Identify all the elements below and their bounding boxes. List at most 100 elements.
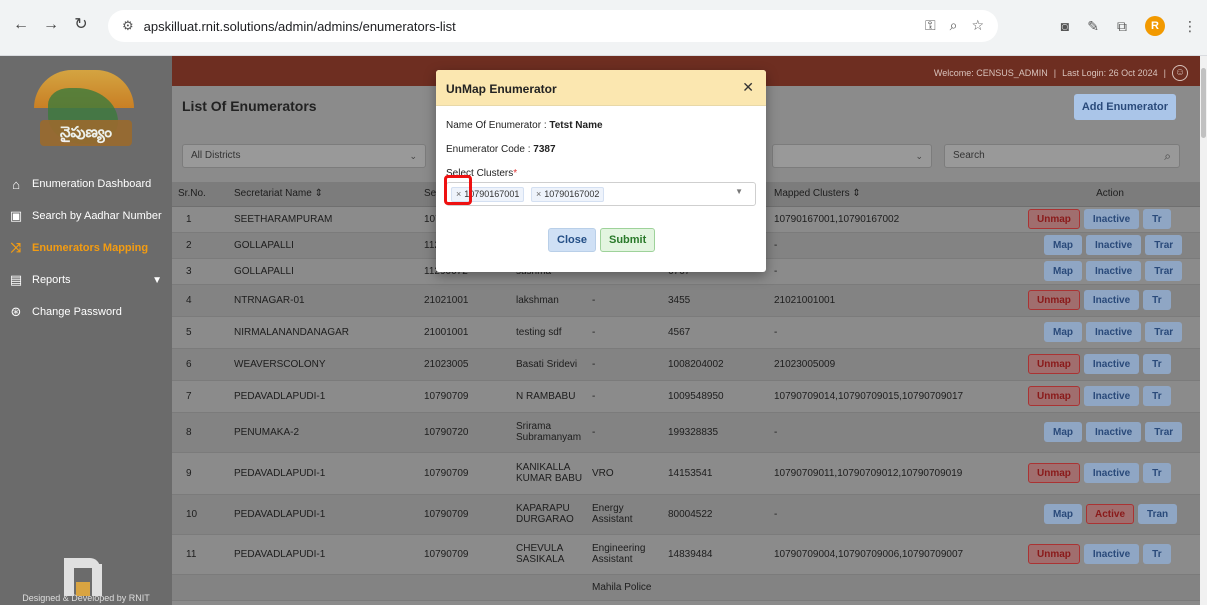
unmap-button[interactable]: Unmap (1028, 209, 1080, 229)
sidebar-item-enumerators-mapping[interactable]: ⤨ Enumerators Mapping (0, 232, 172, 264)
unmap-button[interactable]: Unmap (1028, 463, 1080, 483)
clusters-select[interactable]: × 10790167001 × 10790167002 ▼ (446, 182, 756, 206)
cell-phone: 80004522 (662, 494, 768, 535)
sidebar-item-change-password[interactable]: ⊛ Change Password (0, 296, 172, 328)
profile-avatar[interactable]: R (1145, 16, 1165, 36)
transfer-button[interactable]: Trar (1145, 422, 1183, 442)
transfer-button[interactable]: Tr (1143, 386, 1171, 406)
transfer-button[interactable]: Tr (1143, 463, 1171, 483)
map-button[interactable]: Map (1044, 504, 1082, 524)
cell-actions: Unmap Inactive Tr (1020, 206, 1200, 233)
cell-actions: Unmap Inactive Tr (1020, 380, 1200, 413)
unmap-button[interactable]: Unmap (1028, 386, 1080, 406)
inactive-button[interactable]: Inactive (1083, 463, 1140, 483)
cell-actions: Map Inactive Trar (1020, 232, 1200, 259)
address-bar[interactable]: ⚙ apskilluat.rnit.solutions/admin/admins… (108, 10, 998, 42)
transfer-button[interactable]: Tr (1143, 209, 1171, 229)
table-row: 6 WEAVERSCOLONY 21023005 Basati Sridevi -100… (172, 348, 1200, 381)
unmap-button[interactable]: Unmap (1028, 544, 1080, 564)
cell-actions: Map Inactive Trar (1020, 258, 1200, 285)
inactive-button[interactable]: Inactive (1086, 261, 1142, 281)
inactive-button[interactable]: Inactive (1086, 422, 1142, 442)
transfer-button[interactable]: Trar (1145, 322, 1183, 342)
cell-phone: 14153541 (662, 452, 768, 495)
transfer-button[interactable]: Trar (1145, 235, 1183, 255)
cell-clusters: 10790709014,10790709015,10790709017 (768, 380, 1020, 413)
cell-desig: VRO (586, 452, 662, 495)
inactive-button[interactable]: Inactive (1083, 354, 1140, 374)
inactive-button[interactable]: Inactive (1083, 209, 1140, 229)
sidebar-item-search-aadhar[interactable]: ▣ Search by Aadhar Number (0, 200, 172, 232)
search-input[interactable]: Search ⌕ (944, 144, 1180, 168)
page-scrollbar[interactable] (1200, 56, 1207, 605)
cell-code: 21021001 (418, 284, 510, 317)
sidebar: నైపుణ్యం ⌂ Enumeration Dashboard ▣ Searc… (0, 56, 172, 605)
active-button[interactable]: Active (1086, 504, 1135, 524)
home-icon: ⌂ (12, 176, 20, 192)
back-icon[interactable]: ← (10, 14, 32, 36)
add-enumerator-button[interactable]: Add Enumerator (1073, 94, 1176, 120)
inactive-button[interactable]: Inactive (1086, 235, 1142, 255)
cell-name (228, 574, 418, 601)
report-icon: ▤ (9, 272, 23, 287)
modal-title: UnMap Enumerator (446, 82, 557, 96)
reload-icon[interactable]: ↻ (70, 14, 92, 36)
transfer-button[interactable]: Tr (1143, 290, 1171, 310)
col-srno: Sr.No. (172, 182, 228, 207)
inactive-button[interactable]: Inactive (1083, 544, 1140, 564)
close-icon[interactable]: ✕ (742, 79, 754, 96)
remove-tag-icon[interactable]: × (536, 189, 541, 199)
transfer-button[interactable]: Trar (1145, 261, 1183, 281)
chevron-down-icon[interactable]: ▼ (735, 187, 743, 196)
close-button[interactable]: Close (548, 228, 596, 252)
cell-clusters (768, 574, 1020, 601)
search-icon: ⌕ (1164, 149, 1171, 163)
cell-enum: CHEVULA SASIKALA (510, 534, 586, 575)
inactive-button[interactable]: Inactive (1083, 386, 1140, 406)
secondary-filter[interactable]: ⌄ (772, 144, 932, 168)
zoom-icon[interactable]: ⌕ (950, 17, 958, 34)
cell-clusters: - (768, 258, 1020, 285)
cell-clusters: - (768, 232, 1020, 259)
cell-clusters: - (768, 412, 1020, 453)
puzzle-icon[interactable]: ⧉ (1117, 18, 1127, 35)
cell-sr: 2 (172, 232, 228, 259)
transfer-button[interactable]: Tr (1143, 544, 1171, 564)
browser-toolbar: ← → ↻ ⚙ apskilluat.rnit.solutions/admin/… (0, 0, 1207, 56)
unmap-button[interactable]: Unmap (1028, 354, 1080, 374)
cell-name: PEDAVADLAPUDI-1 (228, 534, 418, 575)
transfer-button[interactable]: Tran (1138, 504, 1178, 524)
cell-sr (172, 574, 228, 601)
cell-clusters: 10790167001,10790167002 (768, 206, 1020, 233)
map-button[interactable]: Map (1044, 422, 1082, 442)
submit-button[interactable]: Submit (600, 228, 656, 252)
district-filter[interactable]: All Districts ⌄ (182, 144, 426, 168)
transfer-button[interactable]: Tr (1143, 354, 1171, 374)
cell-clusters: 10790709004,10790709006,10790709007 (768, 534, 1020, 575)
cell-clusters: - (768, 316, 1020, 349)
sidebar-item-dashboard[interactable]: ⌂ Enumeration Dashboard (0, 168, 172, 200)
password-key-icon[interactable]: ⚿ (925, 17, 936, 34)
cluster-tag: × 10790167002 (531, 187, 605, 202)
menu-kebab-icon[interactable]: ⋮ (1183, 18, 1197, 35)
cell-phone: 3455 (662, 284, 768, 317)
cell-name: WEAVERSCOLONY (228, 348, 418, 381)
extension-icon[interactable]: ✎ (1087, 18, 1099, 35)
app-logo: నైపుణ్యం (0, 56, 172, 168)
unmap-button[interactable]: Unmap (1028, 290, 1080, 310)
inactive-button[interactable]: Inactive (1086, 322, 1142, 342)
col-secretariat[interactable]: Secretariat Name ⇕ (228, 182, 418, 207)
forward-icon[interactable]: → (40, 14, 62, 36)
sidebar-item-reports[interactable]: ▤ Reports ▼ (0, 264, 172, 296)
map-button[interactable]: Map (1044, 235, 1082, 255)
bookmark-star-icon[interactable]: ☆ (971, 17, 984, 34)
map-button[interactable]: Map (1044, 322, 1082, 342)
col-mapped-clusters[interactable]: Mapped Clusters ⇕ (768, 182, 1020, 207)
cell-actions: Unmap Inactive Tr (1020, 452, 1200, 495)
camera-icon[interactable]: ◙ (1061, 18, 1069, 34)
site-info-icon[interactable]: ⚙ (122, 18, 134, 34)
cell-phone: 199328835 (662, 412, 768, 453)
user-icon[interactable]: ☺ (1172, 65, 1188, 81)
map-button[interactable]: Map (1044, 261, 1082, 281)
inactive-button[interactable]: Inactive (1083, 290, 1140, 310)
